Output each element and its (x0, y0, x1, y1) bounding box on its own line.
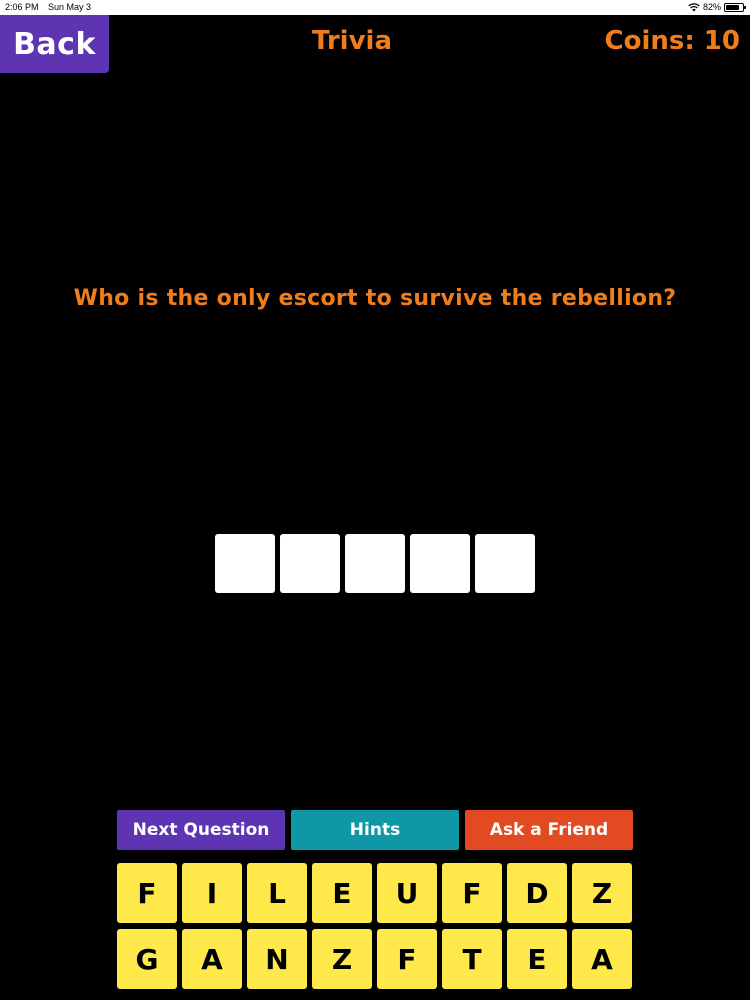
action-buttons: Next Question Hints Ask a Friend (117, 810, 633, 850)
back-button[interactable]: Back (0, 15, 109, 73)
question-text: Who is the only escort to survive the re… (73, 286, 677, 311)
letter-key[interactable]: D (507, 863, 567, 923)
letter-key[interactable]: A (572, 929, 632, 989)
keyboard-row: FILEUFDZ (117, 863, 633, 923)
letter-keyboard: FILEUFDZGANZFTEA (117, 863, 633, 995)
answer-slots (215, 534, 535, 593)
status-date: Sun May 3 (48, 2, 92, 12)
coins-counter: Coins: 10 (604, 26, 740, 56)
answer-slot[interactable] (410, 534, 470, 593)
answer-slot[interactable] (475, 534, 535, 593)
answer-slot[interactable] (215, 534, 275, 593)
letter-key[interactable]: I (182, 863, 242, 923)
letter-key[interactable]: Z (572, 863, 632, 923)
status-bar: 2:06 PM Sun May 3 82% (0, 0, 750, 15)
hints-button[interactable]: Hints (291, 810, 459, 850)
letter-key[interactable]: F (117, 863, 177, 923)
letter-key[interactable]: G (117, 929, 177, 989)
letter-key[interactable]: Z (312, 929, 372, 989)
letter-key[interactable]: U (377, 863, 437, 923)
letter-key[interactable]: F (377, 929, 437, 989)
battery-percentage: 82% (702, 2, 721, 12)
keyboard-row: GANZFTEA (117, 929, 633, 989)
battery-fill (726, 4, 739, 10)
letter-key[interactable]: F (442, 863, 502, 923)
status-indicators: 82% (688, 2, 746, 12)
trivia-screen: 2:06 PM Sun May 3 82% Back Trivia Coins:… (0, 0, 750, 1000)
answer-slot[interactable] (345, 534, 405, 593)
page-title: Trivia (311, 26, 393, 56)
letter-key[interactable]: A (182, 929, 242, 989)
answer-slot[interactable] (280, 534, 340, 593)
letter-key[interactable]: E (507, 929, 567, 989)
letter-key[interactable]: L (247, 863, 307, 923)
letter-key[interactable]: E (312, 863, 372, 923)
letter-key[interactable]: T (442, 929, 502, 989)
letter-key[interactable]: N (247, 929, 307, 989)
next-question-button[interactable]: Next Question (117, 810, 285, 850)
status-time: 2:06 PM (5, 2, 39, 12)
wifi-icon (688, 3, 700, 12)
battery-icon (724, 2, 746, 12)
ask-a-friend-button[interactable]: Ask a Friend (465, 810, 633, 850)
